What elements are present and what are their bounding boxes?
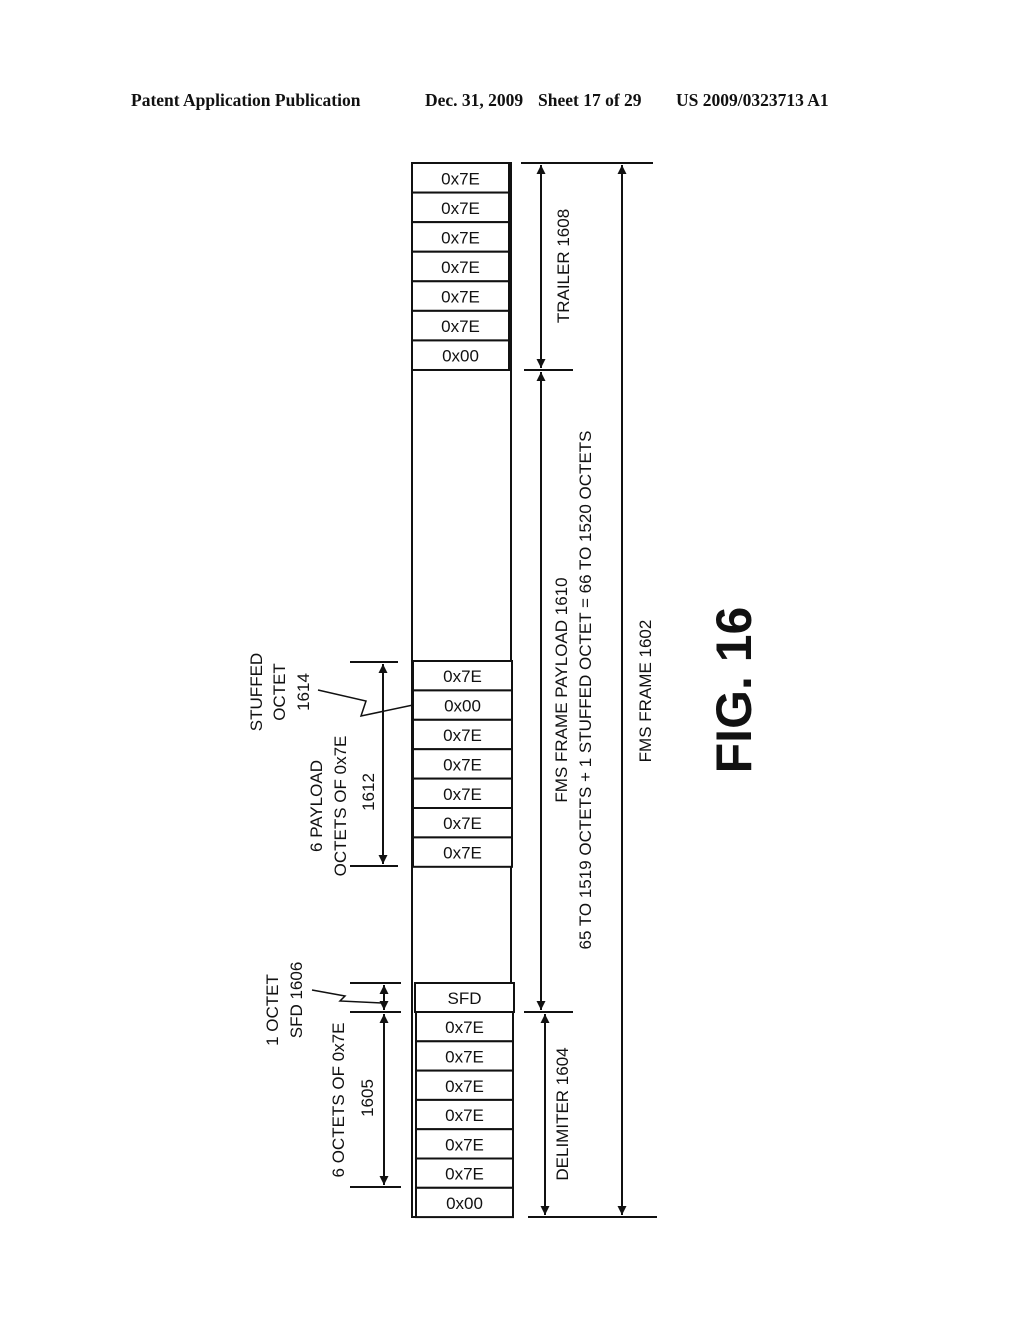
payload-cell-value: 0x7E [443,785,482,804]
payload-label-line2: 65 TO 1519 OCTETS + 1 STUFFED OCTET = 66… [576,430,595,949]
trailer-cell-value: 0x7E [441,317,480,336]
payload-octets-label-line3: 1612 [359,773,378,811]
delimiter-label: DELIMITER 1604 [553,1047,572,1180]
trailer-cell-value: 0x7E [441,228,480,247]
payload-cell-value: 0x7E [443,814,482,833]
sfd-label-line2: SFD 1606 [287,962,306,1039]
trailer-label: TRAILER 1608 [554,209,573,323]
frame-label: FMS FRAME 1602 [636,620,655,763]
delimiter-cell-value: 0x7E [445,1106,484,1125]
trailer-cell-value: 0x7E [441,288,480,307]
sfd-leader [311,989,383,1004]
payload-cell-value: 0x7E [443,755,482,774]
fms-frame-diagram: 0x7E0x7E0x7E0x7E0x7E0x7E0x00 0x7E0x000x7… [247,162,762,1219]
payload-cells: 0x7E 0x00 0x7E 0x7E 0x7E 0x7E 0x7E [412,660,513,868]
figure-label: FIG. 16 [706,607,762,774]
payload-cell-value: 0x7E [443,844,482,863]
payload-octets-label-line2: OCTETS OF 0x7E [331,736,350,877]
trailer-cell-value: 0x00 [442,347,479,366]
payload-label-line1: FMS FRAME PAYLOAD 1610 [552,577,571,802]
payload-cell-value: 0x7E [443,667,482,686]
delimiter-cells: 0x7E 0x7E 0x7E 0x7E 0x7E 0x7E 0x00 [415,1011,514,1219]
payload-cell-value: 0x7E [443,726,482,745]
trailer-cells: 0x7E 0x7E 0x7E 0x7E 0x7E 0x7E 0x00 [411,162,510,371]
payload-octets-label-line1: 6 PAYLOAD [307,760,326,852]
delimiter-cell-value: 0x7E [445,1047,484,1066]
trailer-cell-value: 0x7E [441,199,480,218]
delimiter-cell-value: 0x7E [445,1018,484,1037]
trailer-cell-value: 0x7E [441,169,480,188]
trailer-cell-value: 0x7E [441,258,480,277]
delimiter-cell-value: 0x7E [445,1135,484,1154]
stuffed-label-line3: 1614 [294,673,313,711]
stuffed-label-line1: STUFFED [247,653,266,731]
delimiter-cell-value: 0x00 [446,1194,483,1213]
sfd-label-line1: 1 OCTET [263,974,282,1046]
delimiter-cell-value: 0x7E [445,1077,484,1096]
payload-cell-value: 0x00 [444,697,481,716]
sfd-cell-group: SFD [414,982,515,1013]
stuffed-octet-leader [317,689,414,718]
stuffed-label-line2: OCTET [270,663,289,721]
delim-octets-label-line1: 6 OCTETS OF 0x7E [329,1023,348,1178]
delim-octets-label-line2: 1605 [358,1079,377,1117]
sfd-cell-value: SFD [448,989,482,1008]
delimiter-cell-value: 0x7E [445,1165,484,1184]
